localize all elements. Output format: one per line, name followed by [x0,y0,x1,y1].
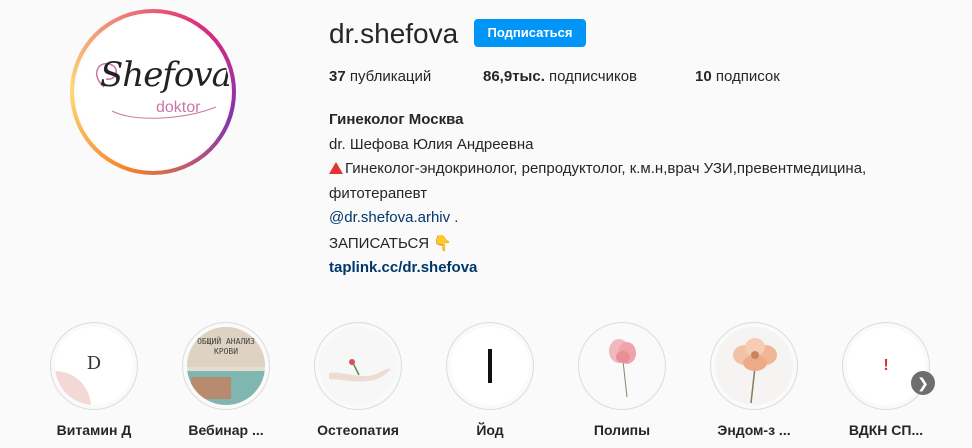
highlight-ring [578,322,666,410]
bio-mention-link[interactable]: @dr.shefova.arhiv [329,209,450,226]
hand-flower-icon [329,359,391,382]
following-label: подписок [715,68,780,85]
posts-stat: 37 публикаций [329,68,431,85]
bio-cta-row: ЗАПИСАТЬСЯ 👇 [329,231,949,257]
followers-stat[interactable]: 86,9тыс. подписчиков [483,68,637,85]
highlight-ring [446,322,534,410]
highlight-label: Эндом-з ... [717,422,791,438]
profile-bio: Гинеколог Москва dr. Шефова Юлия Андреев… [329,108,949,281]
pink-flower-icon [609,339,636,398]
avatar: Shefova doktor [76,15,230,169]
highlight-ring: D [50,322,138,410]
exclamation-cover-text: ! [883,357,889,374]
posts-label: публикаций [349,68,432,85]
highlight-label: Йод [476,422,504,438]
highlight-ring: ! [842,322,930,410]
followers-count: 86,9тыс. [483,68,545,85]
iodine-cover-icon [451,327,529,405]
vitamin-d-cover-icon: D [55,327,133,405]
highlight-iodine[interactable]: Йод [440,322,540,438]
exclamation-cover-icon: ! [847,327,925,405]
peach-flower-icon [733,338,777,404]
highlight-polyps[interactable]: Полипы [572,322,672,438]
bio-cta: ЗАПИСАТЬСЯ [329,234,430,252]
highlight-label: Вебинар ... [188,422,264,438]
bio-line-2: Гинеколог-эндокринолог, репродуктолог, к… [345,160,867,177]
highlight-label: Полипы [593,422,651,438]
bio-line-2-row: Гинеколог-эндокринолог, репродуктолог, к… [329,157,949,182]
highlight-ring [710,322,798,410]
pink-flower-cover-icon [583,327,661,405]
highlight-label: Остеопатия [317,422,399,438]
bio-line-3: фитотерапевт [329,184,428,202]
posts-count: 37 [329,68,346,85]
highlight-label: Витамин Д [56,422,132,438]
highlight-ring [314,322,402,410]
hand-flower-cover-icon [319,327,397,405]
profile-avatar-ring[interactable]: Shefova doktor [70,9,236,175]
logo-text: Shefova [100,55,230,95]
highlight-webinar[interactable]: общий анализ крови Вебинар ... [176,322,276,438]
pointing-down-icon: 👇 [433,233,452,252]
bio-mention-row: @dr.shefova.arhiv . [329,206,949,231]
highlight-label: ВДКН СП... [848,422,924,438]
vitamin-d-cover-text: D [86,353,102,374]
follow-button[interactable]: Подписаться [474,19,586,47]
website-link[interactable]: taplink.cc/dr.shefova [329,256,949,281]
bio-mention-suffix: . [450,209,459,226]
following-stat[interactable]: 10 подписок [695,68,780,85]
bio-line-1: dr. Шефова Юлия Андреевна [329,135,534,153]
webinar-cover-text: общий анализ крови [197,337,255,356]
webinar-cover-icon: общий анализ крови [187,327,265,405]
profile-username: dr.shefova [329,18,459,49]
peach-flower-cover-icon [715,327,793,405]
logo-subtext: doktor [156,99,201,116]
red-triangle-icon [329,162,343,174]
highlight-ring: общий анализ крови [182,322,270,410]
followers-label: подписчиков [549,68,638,85]
highlight-endometriosis[interactable]: Эндом-з ... [704,322,804,438]
chevron-right-icon[interactable]: ❯ [911,371,935,395]
highlight-vitamin-d[interactable]: D Витамин Д [44,322,144,438]
highlight-osteopathy[interactable]: Остеопатия [308,322,408,438]
bio-name: Гинеколог Москва [329,111,464,128]
following-count: 10 [695,68,712,85]
